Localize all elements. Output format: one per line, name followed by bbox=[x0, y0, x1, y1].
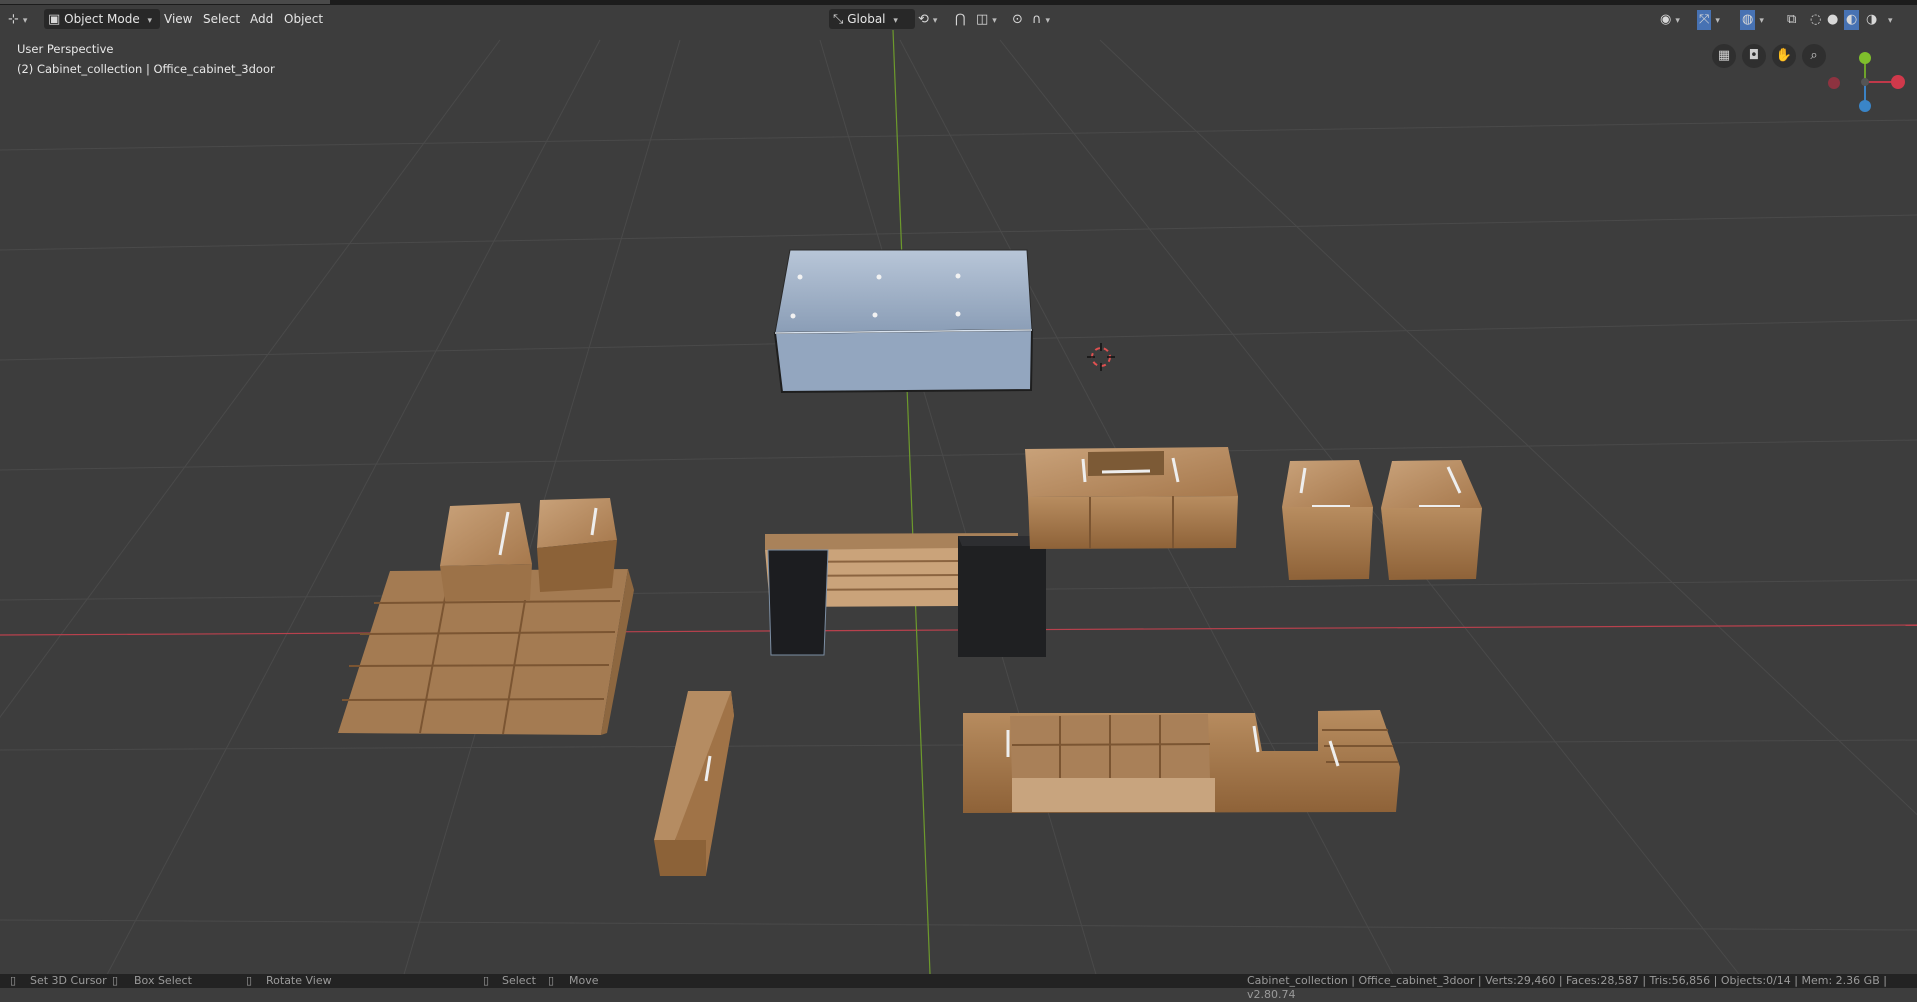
camera-view-button[interactable]: ◘ bbox=[1742, 44, 1766, 68]
shading-rendered[interactable]: ◑ bbox=[1866, 9, 1877, 29]
chevron-down-icon: ▾ bbox=[932, 16, 938, 26]
rendered-sphere-icon: ◑ bbox=[1866, 12, 1878, 27]
mouse-drag-icon: ▯ bbox=[548, 974, 555, 987]
eye-icon: ◉ bbox=[1660, 12, 1672, 27]
chevron-down-icon: ▾ bbox=[1715, 16, 1720, 26]
mouse-drag-icon: ▯ bbox=[112, 974, 119, 987]
gizmo-toggle[interactable]: ⤧ ▾ bbox=[1697, 9, 1720, 30]
floor-grid bbox=[0, 39, 1917, 988]
magnet-icon: ⋂ bbox=[955, 12, 966, 27]
chevron-down-icon: ▾ bbox=[1045, 16, 1051, 26]
gizmo-z-handle bbox=[1859, 100, 1871, 112]
menu-select[interactable]: Select bbox=[199, 9, 244, 29]
xray-icon: ⧉ bbox=[1787, 12, 1797, 27]
wireframe-sphere-icon: ◌ bbox=[1810, 12, 1822, 27]
navigation-gizmo bbox=[1828, 52, 1905, 112]
chevron-down-icon: ▾ bbox=[1759, 16, 1764, 26]
shading-material[interactable]: ◐ bbox=[1844, 9, 1860, 30]
viewport-3d[interactable] bbox=[0, 0, 1917, 988]
status-hint-move: Move bbox=[569, 974, 599, 987]
sideboard-cabinet bbox=[1025, 447, 1238, 549]
viewport-header: ⊹ ▾ ▣ Object Mode ▾ View Select Add Objec… bbox=[0, 5, 1917, 33]
hand-icon: ✋ bbox=[1775, 48, 1793, 63]
orientation-label: Global bbox=[847, 12, 886, 26]
3d-cursor-icon bbox=[1087, 343, 1115, 371]
gizmo-x-handle bbox=[1891, 75, 1905, 89]
snap-toggle[interactable]: ⋂ bbox=[955, 9, 966, 29]
status-hint-box-select: Box Select bbox=[134, 974, 192, 987]
mouse-right-icon: ▯ bbox=[483, 974, 490, 987]
transform-orientation-dropdown[interactable]: ⤡ Global ▾ bbox=[829, 9, 915, 29]
chevron-down-icon: ▾ bbox=[147, 16, 153, 26]
overlays-toggle[interactable]: ◍ ▾ bbox=[1740, 9, 1764, 30]
status-hint-cursor: Set 3D Cursor bbox=[30, 974, 107, 987]
xray-toggle[interactable]: ⧉ bbox=[1787, 9, 1796, 29]
menu-add[interactable]: Add bbox=[246, 9, 277, 29]
shading-solid[interactable]: ● bbox=[1827, 9, 1838, 29]
magnifier-icon: ⌕ bbox=[1810, 48, 1818, 63]
status-hint-rotate: Rotate View bbox=[266, 974, 332, 987]
desk-with-black-cabinet bbox=[765, 533, 1046, 657]
drawer-box-2 bbox=[1381, 460, 1482, 580]
shading-wireframe[interactable]: ◌ bbox=[1810, 9, 1821, 29]
falloff-curve-icon: ∩ bbox=[1032, 12, 1042, 27]
gizmo-y-handle bbox=[1859, 52, 1871, 64]
material-sphere-icon: ◐ bbox=[1844, 10, 1860, 30]
gizmo-neg-x-handle bbox=[1828, 77, 1840, 89]
long-cubby-cabinet bbox=[963, 710, 1400, 813]
scene-statistics: Cabinet_collection | Office_cabinet_3doo… bbox=[1247, 974, 1887, 1001]
overlays-icon: ◍ bbox=[1740, 10, 1756, 30]
cube-shelf-unit bbox=[338, 498, 634, 735]
proportional-edit-toggle[interactable]: ⊙ bbox=[1012, 9, 1023, 29]
falloff-button[interactable]: ∩ ▾ bbox=[1032, 9, 1050, 29]
mouse-left-icon: ▯ bbox=[10, 974, 17, 987]
shading-options[interactable]: ▾ bbox=[1884, 9, 1893, 29]
grid-icon: ▦ bbox=[1717, 48, 1731, 63]
pivot-icon: ⟲ bbox=[918, 12, 929, 27]
visibility-button[interactable]: ◉ ▾ bbox=[1660, 9, 1680, 29]
status-bar: ▯ Set 3D Cursor ▯ Box Select ▯ Rotate Vi… bbox=[0, 974, 1917, 1001]
mouse-middle-icon: ▯ bbox=[246, 974, 253, 987]
glass-cabinet bbox=[773, 249, 1034, 394]
pivot-point-button[interactable]: ⟲ ▾ bbox=[918, 9, 937, 29]
drawer-box-1 bbox=[1282, 460, 1373, 580]
chevron-down-icon: ▾ bbox=[992, 16, 997, 26]
object-mode-icon: ▣ bbox=[48, 12, 61, 27]
mode-label: Object Mode bbox=[64, 12, 140, 26]
snap-target-button[interactable]: ◫ ▾ bbox=[976, 9, 997, 29]
editor-type-button[interactable]: ⊹ ▾ bbox=[8, 9, 27, 29]
perspective-label: User Perspective bbox=[17, 42, 114, 56]
grid-toggle-button[interactable]: ▦ bbox=[1712, 44, 1736, 68]
workspace-tab-strip bbox=[0, 0, 330, 4]
tall-narrow-cabinet bbox=[654, 691, 734, 876]
solid-sphere-icon: ● bbox=[1827, 12, 1839, 27]
status-hint-select: Select bbox=[502, 974, 536, 987]
axes-icon: ⊹ bbox=[8, 12, 19, 27]
y-axis-line bbox=[892, 29, 931, 975]
snap-increment-icon: ◫ bbox=[976, 12, 989, 27]
pan-view-button[interactable]: ✋ bbox=[1772, 44, 1796, 68]
proportional-edit-icon: ⊙ bbox=[1012, 12, 1023, 27]
menu-object[interactable]: Object bbox=[280, 9, 327, 29]
chevron-down-icon: ▾ bbox=[893, 16, 898, 26]
chevron-down-icon: ▾ bbox=[1888, 16, 1893, 26]
gizmo-icon: ⤧ bbox=[1697, 10, 1712, 30]
orientation-icon: ⤡ bbox=[833, 12, 844, 27]
camera-icon: ◘ bbox=[1748, 48, 1760, 63]
chevron-down-icon: ▾ bbox=[22, 16, 28, 26]
active-object-label: (2) Cabinet_collection | Office_cabinet_… bbox=[17, 62, 275, 76]
menu-view[interactable]: View bbox=[160, 9, 196, 29]
zoom-view-button[interactable]: ⌕ bbox=[1802, 44, 1826, 68]
mode-dropdown[interactable]: ▣ Object Mode ▾ bbox=[44, 9, 160, 29]
chevron-down-icon: ▾ bbox=[1675, 16, 1680, 26]
